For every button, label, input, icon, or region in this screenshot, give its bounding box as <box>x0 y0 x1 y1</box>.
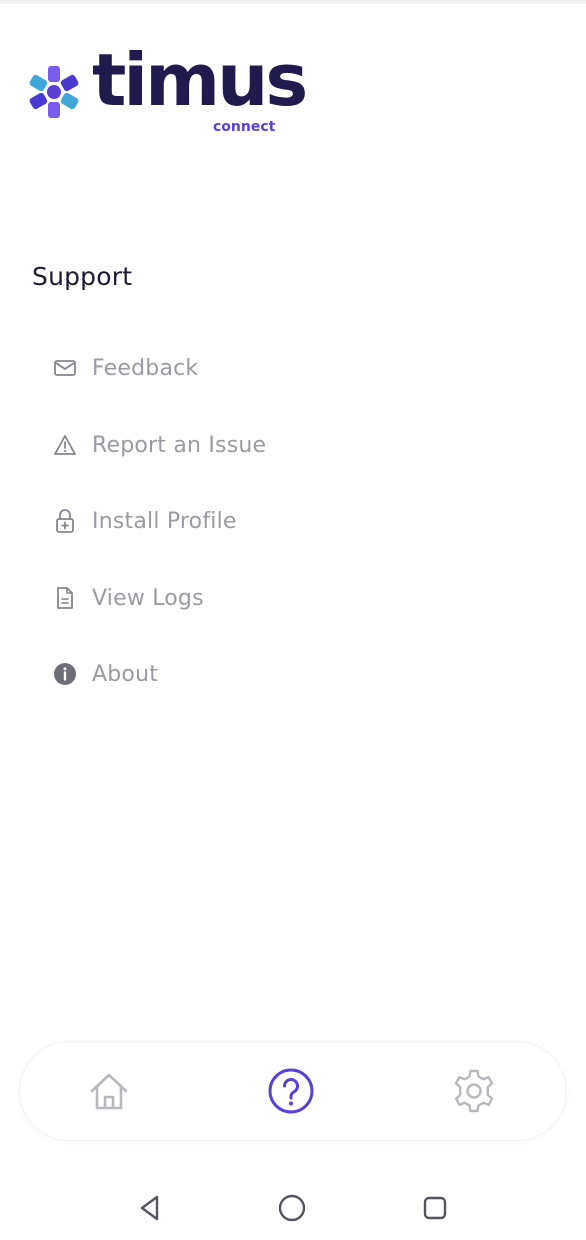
brand-wordmark: timus <box>92 38 308 122</box>
status-bar-strip <box>0 0 586 4</box>
menu-item-label: About <box>92 661 159 687</box>
bottom-navigation <box>20 1042 566 1140</box>
home-circle-icon <box>278 1194 306 1222</box>
system-back-button[interactable] <box>130 1180 170 1236</box>
brand-subword: connect <box>213 119 276 135</box>
document-icon <box>50 583 80 613</box>
info-icon <box>50 659 80 689</box>
menu-item-report-issue[interactable]: Report an Issue <box>50 417 450 473</box>
lock-plus-icon <box>50 506 80 536</box>
envelope-icon <box>50 353 80 383</box>
menu-item-label: Feedback <box>92 355 199 381</box>
menu-item-label: View Logs <box>92 585 204 611</box>
menu-item-install-profile[interactable]: Install Profile <box>50 493 450 549</box>
help-icon <box>268 1068 314 1114</box>
home-icon <box>90 1073 128 1110</box>
menu-item-label: Report an Issue <box>92 432 267 458</box>
recents-icon <box>423 1196 447 1220</box>
back-icon <box>140 1195 159 1221</box>
system-recents-button[interactable] <box>415 1180 455 1236</box>
page-title: Support <box>32 262 133 291</box>
menu-item-about[interactable]: About <box>50 646 450 702</box>
system-navigation-bar <box>0 1180 586 1236</box>
nav-settings-button[interactable] <box>449 1066 499 1116</box>
system-home-button[interactable] <box>272 1180 312 1236</box>
timus-connect-logo: timus connect <box>28 44 308 142</box>
warning-icon <box>50 430 80 460</box>
menu-item-label: Install Profile <box>92 508 237 534</box>
menu-item-view-logs[interactable]: View Logs <box>50 570 450 626</box>
nav-help-button[interactable] <box>266 1066 316 1116</box>
nav-home-button[interactable] <box>84 1066 134 1116</box>
snowflake-logo-icon <box>29 66 79 118</box>
settings-icon <box>454 1069 494 1113</box>
menu-item-feedback[interactable]: Feedback <box>50 340 450 396</box>
